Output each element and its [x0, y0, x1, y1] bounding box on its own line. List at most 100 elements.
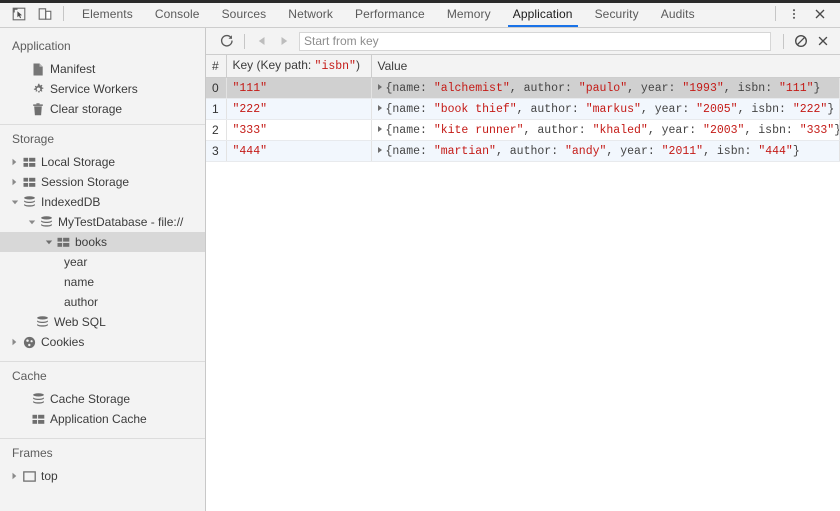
expand-arrow-icon[interactable] — [377, 83, 382, 90]
sidebar-item-manifest[interactable]: Manifest — [0, 59, 205, 79]
chevron-down-icon[interactable] — [8, 199, 21, 206]
sidebar-item-cache-storage[interactable]: Cache Storage — [0, 389, 205, 409]
table-row[interactable]: 3 "444" {name: "martian", author: "andy"… — [206, 140, 840, 162]
sidebar-item-cookies[interactable]: Cookies — [0, 332, 205, 352]
prop-value: "222" — [792, 102, 828, 116]
prop-key: author — [537, 123, 579, 137]
database-icon — [21, 194, 37, 210]
cell-key: "222" — [226, 98, 372, 120]
application-sidebar[interactable]: Application Manifest Service Workers Cle… — [0, 28, 206, 511]
table-row[interactable]: 1 "222" {name: "book thief", author: "ma… — [206, 98, 840, 120]
sidebar-item-label: Application Cache — [50, 412, 147, 426]
key-path-value: "isbn" — [314, 60, 356, 73]
toolbar-divider-2 — [783, 33, 784, 49]
key-value: "222" — [232, 102, 268, 116]
column-header-key[interactable]: Key (Key path: "isbn") — [226, 55, 372, 78]
indexeddb-data-grid[interactable]: # Key (Key path: "isbn") Value 0 "111" {… — [206, 55, 840, 511]
tab-application[interactable]: Application — [502, 0, 584, 27]
key-value: "444" — [232, 144, 268, 158]
sidebar-item-index-author[interactable]: author — [0, 292, 205, 312]
next-page-icon[interactable] — [273, 30, 295, 52]
prop-value: "1993" — [682, 81, 724, 95]
column-label: Key (Key path: — [232, 58, 315, 72]
tabbar-left-icons — [0, 0, 71, 27]
sidebar-item-books[interactable]: books — [0, 232, 205, 252]
tab-label: Sources — [221, 6, 267, 21]
expand-arrow-icon[interactable] — [377, 125, 382, 132]
tab-console[interactable]: Console — [144, 0, 211, 27]
cell-index: 0 — [206, 77, 227, 99]
tab-label: Network — [288, 6, 334, 21]
table-body: 0 "111" {name: "alchemist", author: "pau… — [206, 77, 840, 162]
sidebar-item-indexeddb[interactable]: IndexedDB — [0, 192, 205, 212]
tab-performance[interactable]: Performance — [344, 0, 436, 27]
cell-value[interactable]: {name: "martian", author: "andy", year: … — [371, 140, 840, 162]
delete-selected-icon[interactable] — [812, 30, 834, 52]
clear-object-store-icon[interactable] — [790, 30, 812, 52]
column-header-index[interactable]: # — [206, 55, 227, 78]
sidebar-item-web-sql[interactable]: Web SQL — [0, 312, 205, 332]
sidebar-item-session-storage[interactable]: Session Storage — [0, 172, 205, 192]
cell-key: "111" — [226, 77, 372, 99]
prop-key: year — [661, 123, 690, 137]
prop-value: "kite runner" — [433, 123, 524, 137]
column-label-end: ) — [355, 58, 360, 72]
cell-value[interactable]: {name: "kite runner", author: "khaled", … — [371, 119, 840, 141]
tab-security[interactable]: Security — [584, 0, 650, 27]
table-row[interactable]: 2 "333" {name: "kite runner", author: "k… — [206, 119, 840, 141]
refresh-icon[interactable] — [216, 30, 238, 52]
sidebar-item-top-frame[interactable]: top — [0, 466, 205, 486]
sidebar-item-local-storage[interactable]: Local Storage — [0, 152, 205, 172]
tab-audits[interactable]: Audits — [650, 0, 706, 27]
sidebar-item-label: Local Storage — [41, 155, 116, 169]
column-header-value[interactable]: Value — [371, 55, 840, 78]
chevron-right-icon[interactable] — [8, 178, 21, 186]
prop-value: "markus" — [585, 102, 641, 116]
tab-memory[interactable]: Memory — [436, 0, 502, 27]
key-value: "333" — [232, 123, 268, 137]
table-header-row: # Key (Key path: "isbn") Value — [206, 55, 840, 78]
expand-arrow-icon[interactable] — [377, 104, 382, 111]
close-devtools-icon[interactable] — [807, 1, 833, 27]
sidebar-divider-1 — [0, 124, 205, 125]
cell-value[interactable]: {name: "book thief", author: "markus", y… — [371, 98, 840, 120]
tab-elements[interactable]: Elements — [71, 0, 144, 27]
sidebar-item-service-workers[interactable]: Service Workers — [0, 79, 205, 99]
chevron-down-icon[interactable] — [25, 219, 38, 226]
sidebar-item-index-year[interactable]: year — [0, 252, 205, 272]
chevron-right-icon[interactable] — [8, 338, 21, 346]
expand-arrow-icon[interactable] — [377, 146, 382, 153]
prop-key: isbn — [751, 102, 779, 116]
cookie-icon — [21, 334, 37, 350]
tab-sources[interactable]: Sources — [211, 0, 278, 27]
prop-value: "2003" — [703, 123, 745, 137]
cell-key: "333" — [226, 119, 372, 141]
sidebar-item-application-cache[interactable]: Application Cache — [0, 409, 205, 429]
tab-network[interactable]: Network — [277, 0, 344, 27]
sidebar-item-label: books — [75, 235, 108, 249]
start-from-key-input[interactable] — [299, 31, 771, 51]
inspect-element-icon[interactable] — [6, 1, 32, 27]
sidebar-item-label: Manifest — [50, 62, 96, 76]
chevron-right-icon[interactable] — [8, 472, 21, 480]
sidebar-item-label: Web SQL — [54, 315, 106, 329]
database-icon — [34, 314, 50, 330]
previous-page-icon[interactable] — [251, 30, 273, 52]
frame-icon — [21, 468, 37, 484]
sidebar-item-mytestdatabase[interactable]: MyTestDatabase - file:// — [0, 212, 205, 232]
database-icon — [30, 391, 46, 407]
sidebar-item-clear-storage[interactable]: Clear storage — [0, 99, 205, 119]
chevron-right-icon[interactable] — [8, 158, 21, 166]
more-options-icon[interactable] — [781, 1, 807, 27]
cell-value[interactable]: {name: "alchemist", author: "paulo", yea… — [371, 77, 840, 99]
prop-value: "2005" — [696, 102, 738, 116]
device-toolbar-icon[interactable] — [32, 1, 58, 27]
sidebar-item-index-name[interactable]: name — [0, 272, 205, 292]
prop-key: name — [392, 144, 421, 158]
table-row[interactable]: 0 "111" {name: "alchemist", author: "pau… — [206, 77, 840, 99]
sidebar-item-label: Service Workers — [50, 82, 138, 96]
sidebar-section-storage-title: Storage — [12, 132, 55, 146]
prop-value: "paulo" — [578, 81, 628, 95]
tabbar-divider-right — [775, 6, 776, 21]
chevron-down-icon[interactable] — [42, 239, 55, 246]
